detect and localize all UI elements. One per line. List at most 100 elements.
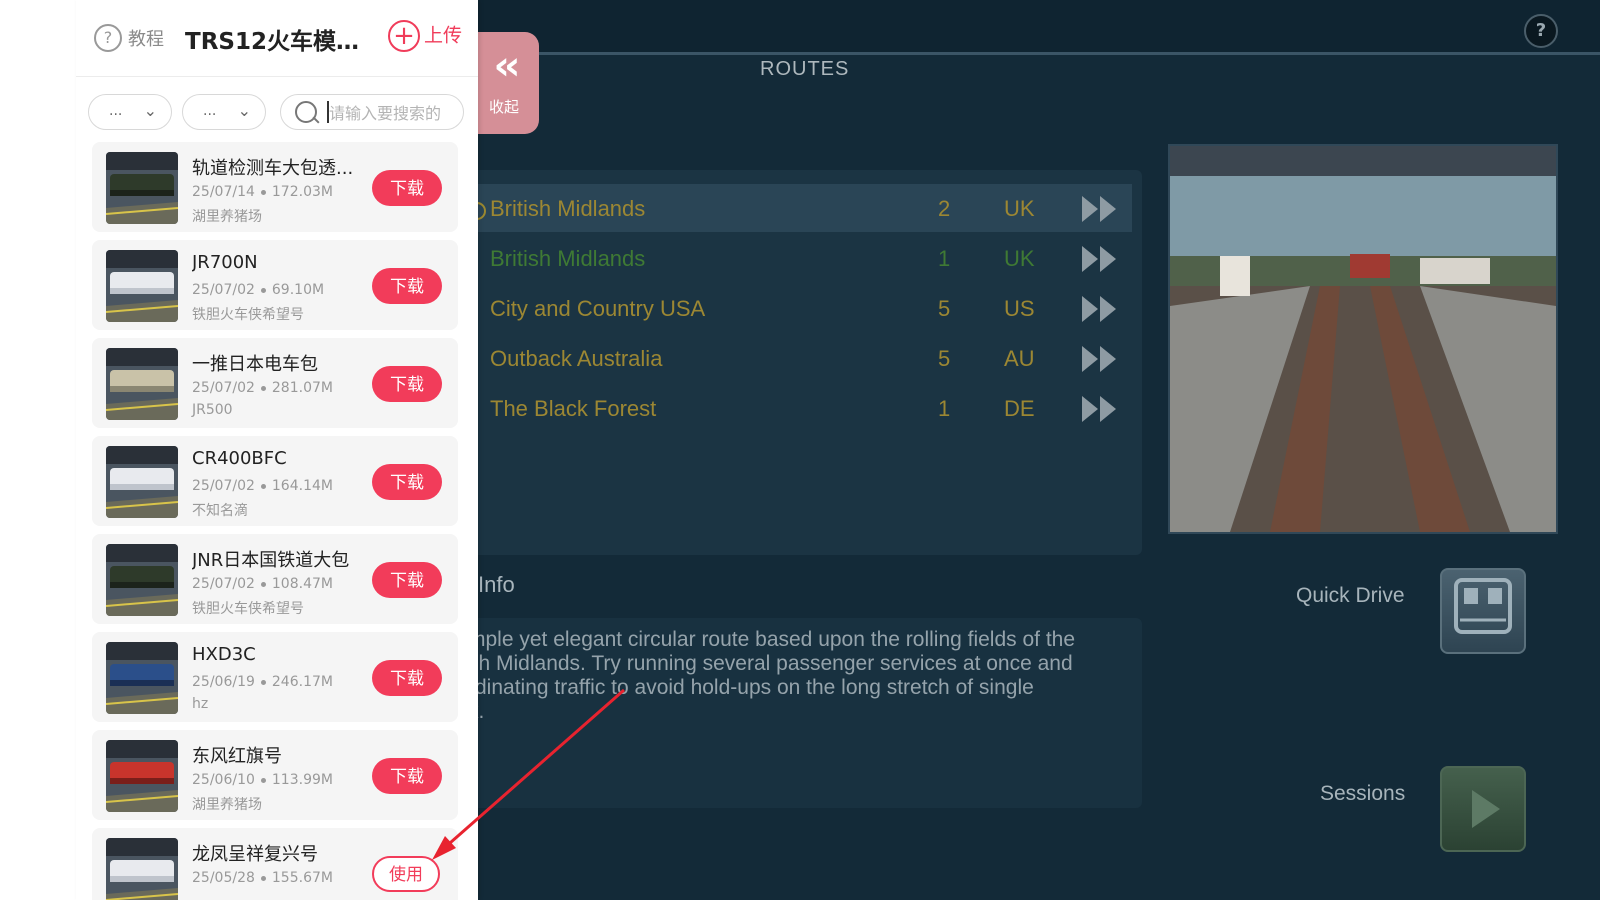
mod-name: 轨道检测车大包透... xyxy=(192,158,354,179)
mod-thumbnail xyxy=(106,348,178,420)
list-item[interactable]: 龙凤呈祥复兴号 25/05/28 155.67M 使用 xyxy=(92,828,458,900)
tutorial-link[interactable]: 教程 xyxy=(128,25,164,51)
search-box[interactable] xyxy=(280,94,464,130)
chevron-down-icon: ⌄ xyxy=(237,101,251,120)
sessions-button[interactable] xyxy=(1440,766,1526,852)
separator-dot xyxy=(260,679,266,685)
mod-thumbnail xyxy=(106,642,178,714)
route-difficulty: 5 xyxy=(938,346,951,371)
separator-dot xyxy=(260,483,266,489)
fast-forward-icon[interactable] xyxy=(1080,294,1120,324)
mod-author: 铁胆火车侠希望号 xyxy=(192,307,304,323)
quick-drive-button[interactable] xyxy=(1440,568,1526,654)
fast-forward-icon[interactable] xyxy=(1080,344,1120,374)
route-name: City and Country USA xyxy=(490,296,706,321)
list-item[interactable]: JNR日本国铁道大包 25/07/02 108.47M 铁胆火车侠希望号 下载 xyxy=(92,534,458,624)
search-input[interactable] xyxy=(327,101,455,125)
chevron-down-icon: ⌄ xyxy=(143,101,157,120)
mod-meta: 25/06/19 246.17M xyxy=(192,674,333,690)
list-item[interactable]: CR400BFC 25/07/02 164.14M 不知名滴 下载 xyxy=(92,436,458,526)
filter-bar: ... ⌄ ... ⌄ xyxy=(76,94,478,132)
download-button[interactable]: 下载 xyxy=(372,562,442,598)
mod-meta: 25/07/14 172.03M xyxy=(192,184,333,200)
mod-author: 不知名滴 xyxy=(192,503,248,519)
route-row[interactable]: Outback Australia 5 AU xyxy=(478,334,1132,382)
mod-meta: 25/07/02 281.07M xyxy=(192,380,333,396)
mod-size: 281.07M xyxy=(271,380,333,396)
download-button[interactable]: 下载 xyxy=(372,758,442,794)
mod-size: 69.10M xyxy=(271,282,325,298)
mod-date: 25/06/10 xyxy=(192,772,255,788)
mod-thumbnail xyxy=(106,446,178,518)
mod-meta: 25/07/02 164.14M xyxy=(192,478,333,494)
download-button[interactable]: 下载 xyxy=(372,366,442,402)
search-icon xyxy=(295,101,317,123)
route-difficulty: 2 xyxy=(938,196,951,221)
mod-size: 108.47M xyxy=(271,576,333,592)
route-row[interactable]: The Black Forest 1 DE xyxy=(478,384,1132,432)
mod-name: CR400BFC xyxy=(192,448,287,469)
route-difficulty: 1 xyxy=(938,396,951,421)
mod-thumbnail xyxy=(106,740,178,812)
list-item[interactable]: HXD3C 25/06/19 246.17M hz 下载 xyxy=(92,632,458,722)
download-button[interactable]: 下载 xyxy=(372,170,442,206)
quick-drive-label: Quick Drive xyxy=(1296,584,1405,607)
route-row[interactable]: City and Country USA 5 US xyxy=(478,284,1132,332)
route-difficulty: 1 xyxy=(938,246,951,271)
download-button[interactable]: 下载 xyxy=(372,660,442,696)
mod-size: 113.99M xyxy=(271,772,333,788)
filter-value: ... xyxy=(203,103,217,119)
mod-author: hz xyxy=(192,696,209,712)
route-country: UK xyxy=(1004,196,1035,221)
filter-dropdown-2[interactable]: ... ⌄ xyxy=(182,94,266,130)
help-button[interactable]: ? xyxy=(1524,14,1558,48)
mod-meta: 25/07/02 108.47M xyxy=(192,576,333,592)
mod-panel: ? 教程 TRS12火车模拟... +上传 ... ⌄ ... ⌄ 轨道检测车大… xyxy=(76,0,478,900)
panel-header: ? 教程 TRS12火车模拟... + 上传 xyxy=(76,0,478,77)
info-label: Info xyxy=(478,572,515,597)
mod-size: 155.67M xyxy=(271,870,333,886)
route-row[interactable]: British Midlands 1 UK xyxy=(478,234,1132,282)
list-item[interactable]: JR700N 25/07/02 69.10M 铁胆火车侠希望号 下载 xyxy=(92,240,458,330)
route-name: The Black Forest xyxy=(490,396,657,421)
list-item[interactable]: 东风红旗号 25/06/10 113.99M 湖里养猪场 下载 xyxy=(92,730,458,820)
mod-author: 铁胆火车侠希望号 xyxy=(192,601,304,617)
route-country: DE xyxy=(1004,396,1035,421)
fast-forward-icon[interactable] xyxy=(1080,244,1120,274)
mod-size: 172.03M xyxy=(271,184,333,200)
list-item[interactable]: 轨道检测车大包透... 25/07/14 172.03M 湖里养猪场 下载 xyxy=(92,142,458,232)
separator-dot xyxy=(260,385,266,391)
download-button[interactable]: 下载 xyxy=(372,464,442,500)
mod-name: 东风红旗号 xyxy=(192,746,282,767)
routes-list: British Midlands 2 UK British Midlands 1… xyxy=(478,170,1142,555)
mod-author: 湖里养猪场 xyxy=(192,797,262,813)
list-item[interactable]: 一推日本电车包 25/07/02 281.07M JR500 下载 xyxy=(92,338,458,428)
route-name: British Midlands xyxy=(490,196,646,221)
separator-dot xyxy=(260,287,266,293)
download-button[interactable]: 下载 xyxy=(372,268,442,304)
mod-thumbnail xyxy=(106,838,178,900)
upload-button[interactable]: + 上传 xyxy=(388,20,462,52)
fast-forward-icon[interactable] xyxy=(1080,394,1120,424)
route-name: Outback Australia xyxy=(490,346,663,371)
double-chevron-left-icon: ‹‹ xyxy=(493,43,521,89)
use-button[interactable]: 使用 xyxy=(372,856,440,892)
question-icon[interactable]: ? xyxy=(94,24,122,52)
mod-date: 25/07/02 xyxy=(192,478,255,494)
collapse-button[interactable]: ‹‹ 收起 xyxy=(469,32,539,134)
route-description: mple yet elegant circular route based up… xyxy=(478,628,1076,723)
mod-meta: 25/05/28 155.67M xyxy=(192,870,333,886)
game-top-bar xyxy=(478,0,1600,55)
route-country: AU xyxy=(1004,346,1035,371)
separator-dot xyxy=(260,581,266,587)
filter-dropdown-1[interactable]: ... ⌄ xyxy=(88,94,172,130)
mod-thumbnail xyxy=(106,250,178,322)
mod-meta: 25/07/02 69.10M xyxy=(192,282,324,298)
route-row[interactable]: British Midlands 2 UK xyxy=(478,184,1132,232)
mod-date: 25/07/14 xyxy=(192,184,255,200)
route-country: UK xyxy=(1004,246,1035,271)
panel-title: TRS12火车模拟... xyxy=(185,29,375,55)
mod-name: 龙凤呈祥复兴号 xyxy=(192,844,318,865)
fast-forward-icon[interactable] xyxy=(1080,194,1120,224)
play-icon xyxy=(1472,790,1500,828)
